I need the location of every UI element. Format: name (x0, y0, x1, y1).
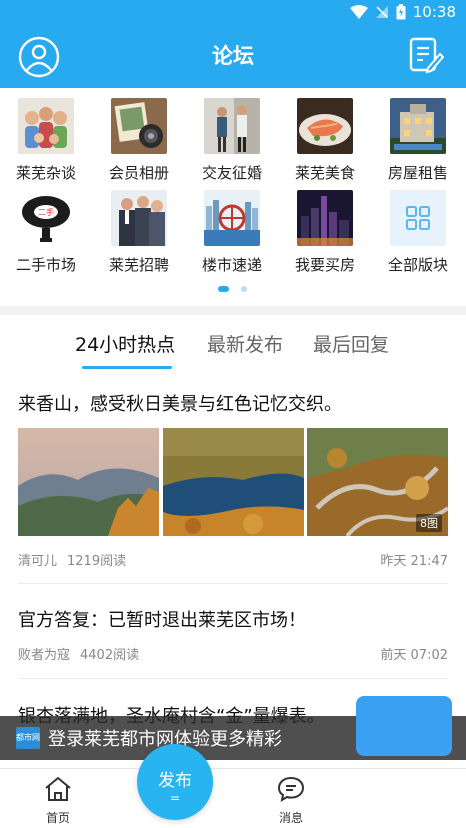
status-bar: 10:38 (0, 0, 466, 26)
category-label: 楼市速递 (201, 256, 262, 274)
svg-text:二手: 二手 (38, 207, 54, 217)
category-label: 房屋租售 (387, 164, 448, 182)
night-city-icon (297, 190, 353, 246)
tab-latest[interactable]: 最新发布 (207, 330, 283, 357)
section-divider (0, 306, 466, 315)
post-divider (18, 583, 448, 584)
category-item[interactable]: 莱芜美食 (285, 98, 365, 183)
active-tab-indicator (82, 366, 172, 369)
page-dot-active[interactable] (218, 286, 229, 292)
app-header: 论坛 (0, 26, 466, 88)
wifi-icon (349, 5, 368, 19)
category-label: 会员相册 (108, 164, 169, 182)
family-photo-icon (18, 98, 74, 154)
category-label: 二手市场 (15, 256, 76, 274)
house-photo-icon (390, 98, 446, 154)
post-reads: 1219阅读 (67, 554, 127, 569)
site-logo: 都市网 (16, 727, 40, 749)
tab-last-reply[interactable]: 最后回复 (313, 330, 389, 357)
category-item[interactable]: 莱芜招聘 (99, 190, 179, 275)
nav-home-label: 首页 (45, 811, 70, 825)
category-item[interactable]: 楼市速递 (192, 190, 272, 275)
post-meta: 清可儿 1219阅读 (18, 550, 126, 569)
category-label: 我要买房 (294, 256, 355, 274)
edit-note-icon (409, 37, 445, 74)
category-item[interactable]: 房屋租售 (378, 98, 458, 183)
category-label: 莱芜杂谈 (15, 164, 76, 182)
post-divider (18, 678, 448, 679)
city-wheel-icon (204, 190, 260, 246)
no-signal-icon (375, 6, 388, 18)
image-count-badge: 8图 (416, 514, 442, 532)
post-image[interactable] (163, 428, 304, 536)
login-button[interactable] (356, 696, 452, 756)
post-time: 昨天 21:47 (380, 554, 448, 569)
status-time: 10:38 (412, 3, 456, 21)
feed-tabs: 24小时热点 最新发布 最后回复 (0, 324, 466, 370)
page-dot[interactable] (241, 286, 247, 292)
post-images[interactable]: 8图 (18, 428, 448, 536)
nav-home[interactable]: 首页 (28, 775, 88, 826)
post-author[interactable]: 败者为寇 (18, 648, 70, 663)
new-post-button[interactable] (408, 36, 445, 74)
category-label: 莱芜美食 (294, 164, 355, 182)
login-banner[interactable]: 都市网 登录莱芜都市网体验更多精彩 (0, 696, 466, 760)
home-icon (45, 776, 71, 801)
bottom-nav: 首页 消息 (0, 768, 466, 828)
category-item[interactable]: 我要买房 (285, 190, 365, 275)
business-people-icon (111, 190, 167, 246)
camera-photo-icon (111, 98, 167, 154)
message-icon (277, 776, 305, 803)
piggybank-icon: 二手 (18, 190, 74, 246)
post-image[interactable] (18, 428, 159, 536)
post-time: 前天 07:02 (380, 648, 448, 663)
category-label: 全部版块 (387, 256, 448, 274)
publish-label: 发布 (158, 771, 192, 791)
category-label: 交友征婚 (201, 164, 262, 182)
category-item[interactable]: 全部版块 (378, 190, 458, 275)
post-image[interactable]: 8图 (307, 428, 448, 536)
couple-photo-icon (204, 98, 260, 154)
category-label: 莱芜招聘 (108, 256, 169, 274)
post-title[interactable]: 官方答复：已暂时退出莱芜区市场！ (18, 606, 306, 632)
publish-button[interactable]: 发布 = (137, 744, 213, 820)
category-item[interactable]: 莱芜杂谈 (6, 98, 86, 183)
post-title[interactable]: 来香山，感受秋日美景与红色记忆交织。 (18, 390, 342, 416)
publish-sub-icon: = (169, 791, 181, 805)
post-reads: 4402阅读 (80, 648, 140, 663)
battery-icon (396, 4, 406, 20)
nav-messages-label: 消息 (278, 811, 303, 825)
post-author[interactable]: 清可儿 (18, 554, 57, 569)
food-photo-icon (297, 98, 353, 154)
nav-messages[interactable]: 消息 (261, 775, 321, 826)
grid-icon (390, 190, 446, 246)
tab-hot-24h[interactable]: 24小时热点 (75, 330, 175, 357)
category-item[interactable]: 会员相册 (99, 98, 179, 183)
category-item[interactable]: 交友征婚 (192, 98, 272, 183)
page-title: 论坛 (212, 44, 254, 68)
post-meta: 败者为寇 4402阅读 (18, 644, 139, 663)
page-indicator (0, 286, 466, 294)
category-item[interactable]: 二手 二手市场 (6, 190, 86, 275)
